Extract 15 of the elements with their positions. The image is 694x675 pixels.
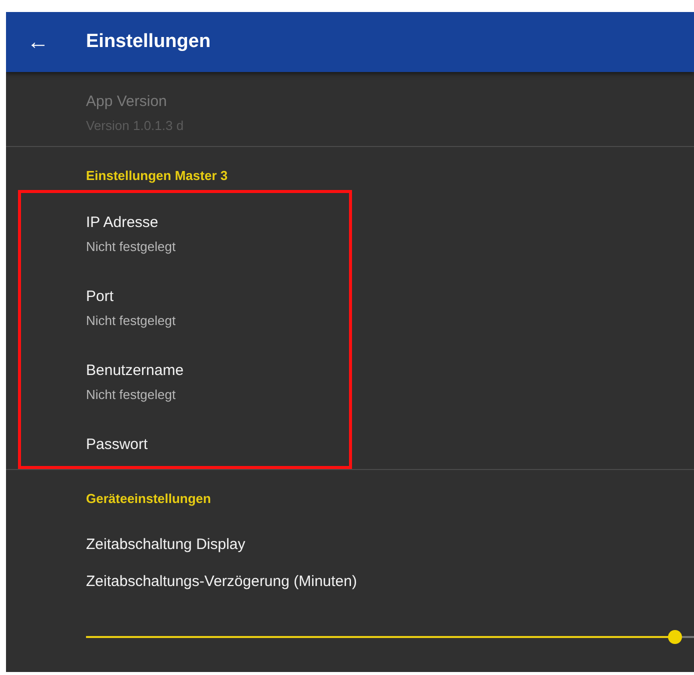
setting-title[interactable]: Benutzername	[86, 362, 184, 380]
setting-title[interactable]: IP Adresse	[86, 214, 158, 232]
setting-title[interactable]: Passwort	[86, 436, 148, 454]
setting-title[interactable]: Zeitabschaltung Display	[86, 536, 246, 554]
setting-title: Zeitabschaltungs-Verzögerung (Minuten)	[86, 573, 357, 591]
slider-thumb[interactable]	[668, 630, 682, 644]
section-header: Einstellungen Master 3	[85, 167, 229, 185]
setting-title: App Version	[86, 93, 167, 111]
setting-title[interactable]: Port	[86, 288, 114, 306]
setting-summary: Nicht festgelegt	[86, 238, 176, 255]
back-icon[interactable]: ←	[27, 31, 49, 53]
setting-summary: Nicht festgelegt	[86, 386, 176, 403]
setting-summary: Nicht festgelegt	[86, 312, 176, 329]
section-header: Geräteeinstellungen	[85, 490, 212, 508]
screen-title: Einstellungen	[86, 30, 211, 54]
